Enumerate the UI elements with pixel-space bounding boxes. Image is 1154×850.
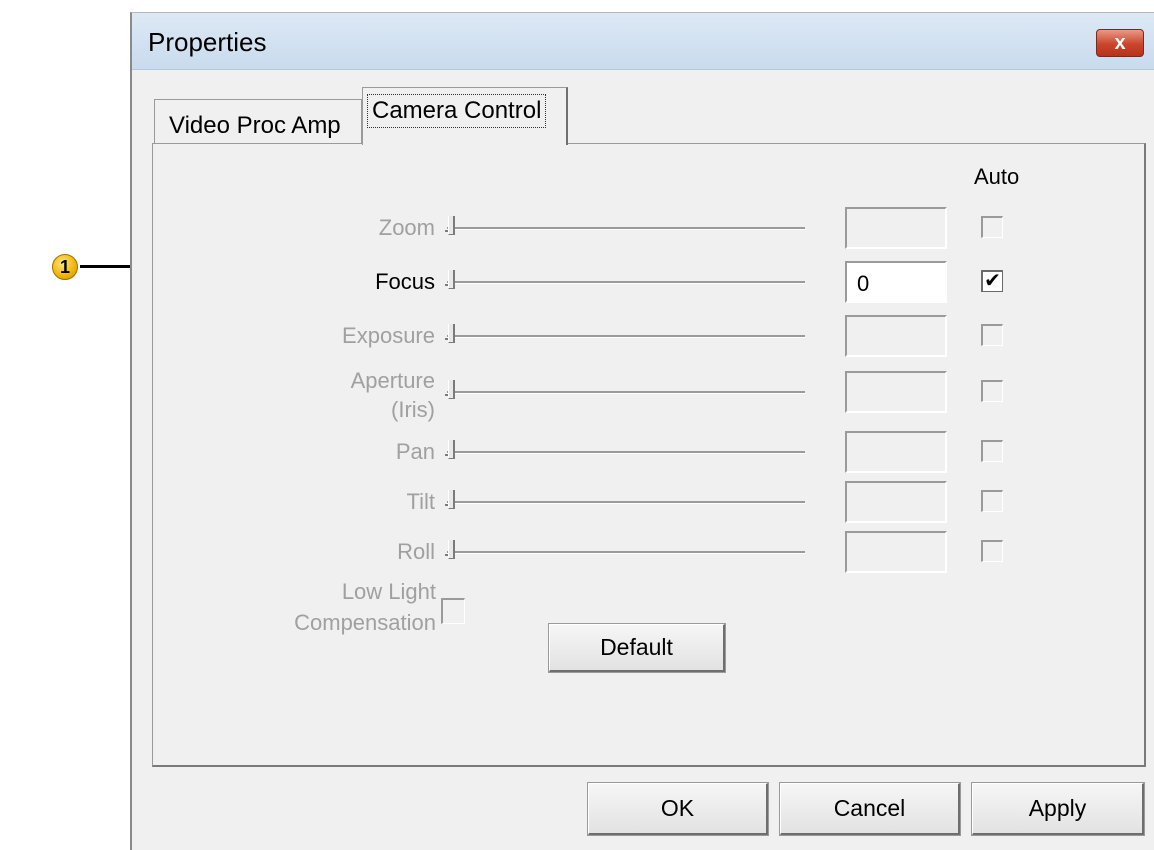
roll-value-field[interactable] <box>845 531 947 573</box>
focus-auto-checkbox[interactable]: ✔ <box>981 270 1003 292</box>
tab-camera-control[interactable]: Camera Control <box>362 87 568 145</box>
tilt-slider-track[interactable] <box>447 501 805 504</box>
control-row-roll: Roll <box>153 531 1143 574</box>
focus-label: Focus <box>375 269 435 294</box>
control-row-zoom: Zoom <box>153 207 1143 250</box>
control-row-pan: Pan <box>153 431 1143 474</box>
callout-badge: 1 <box>52 254 78 280</box>
close-icon: x <box>1114 32 1126 54</box>
exposure-slider-track[interactable] <box>447 335 805 338</box>
exposure-value-field[interactable] <box>845 315 947 357</box>
title-bar: Properties x <box>132 13 1154 70</box>
zoom-auto-checkbox[interactable] <box>981 216 1003 238</box>
aperture-value-field[interactable] <box>845 371 947 413</box>
tab-camera-control-label: Camera Control <box>367 94 547 128</box>
checkmark-icon: ✔ <box>984 270 1001 292</box>
ok-button[interactable]: OK <box>587 782 769 836</box>
default-button[interactable]: Default <box>548 623 726 673</box>
auto-column-header: Auto <box>974 164 1020 189</box>
exposure-auto-checkbox[interactable] <box>981 324 1003 346</box>
low-light-compensation-label: Low Light Compensation <box>294 576 436 638</box>
zoom-slider-track[interactable] <box>447 227 805 230</box>
low-light-label-line1: Low Light <box>341 579 436 604</box>
tilt-label: Tilt <box>406 489 435 514</box>
pan-value-field[interactable] <box>845 431 947 473</box>
roll-slider-thumb[interactable] <box>448 540 455 559</box>
control-row-aperture: Aperture (Iris) <box>153 368 1143 422</box>
cancel-button[interactable]: Cancel <box>779 782 961 836</box>
tab-video-proc-amp[interactable]: Video Proc Amp <box>154 99 362 143</box>
roll-auto-checkbox[interactable] <box>981 540 1003 562</box>
zoom-slider-thumb[interactable] <box>448 216 455 235</box>
exposure-slider-thumb[interactable] <box>448 324 455 343</box>
zoom-value-field[interactable] <box>845 207 947 249</box>
close-button[interactable]: x <box>1096 29 1144 57</box>
focus-slider-thumb[interactable] <box>448 270 455 289</box>
control-row-tilt: Tilt <box>153 481 1143 524</box>
focus-value-field[interactable]: 0 <box>845 261 947 303</box>
exposure-label: Exposure <box>342 323 435 348</box>
pan-auto-checkbox[interactable] <box>981 440 1003 462</box>
aperture-label-line2: (Iris) <box>391 397 435 422</box>
low-light-compensation-checkbox[interactable] <box>441 598 465 624</box>
focus-slider-track[interactable] <box>447 281 805 284</box>
control-row-focus: Focus 0 ✔ <box>153 261 1143 304</box>
roll-slider-track[interactable] <box>447 551 805 554</box>
aperture-label-line1: Aperture <box>350 368 435 393</box>
roll-label: Roll <box>397 539 435 564</box>
pan-label: Pan <box>395 439 435 464</box>
camera-control-panel: Auto Zoom Focus 0 ✔ Exposure Aperture (I… <box>152 143 1146 767</box>
aperture-auto-checkbox[interactable] <box>981 380 1003 402</box>
tilt-auto-checkbox[interactable] <box>981 490 1003 512</box>
low-light-label-line2: Compensation <box>294 610 436 635</box>
window-title: Properties <box>148 27 267 57</box>
properties-dialog: Properties x Video Proc Amp Camera Contr… <box>130 12 1154 850</box>
aperture-slider-thumb[interactable] <box>448 380 455 399</box>
control-row-exposure: Exposure <box>153 315 1143 358</box>
tilt-value-field[interactable] <box>845 481 947 523</box>
aperture-label: Aperture (Iris) <box>351 366 435 424</box>
pan-slider-thumb[interactable] <box>448 440 455 459</box>
pan-slider-track[interactable] <box>447 451 805 454</box>
aperture-slider-track[interactable] <box>447 391 805 394</box>
apply-button[interactable]: Apply <box>971 782 1145 836</box>
tilt-slider-thumb[interactable] <box>448 490 455 509</box>
zoom-label: Zoom <box>378 215 435 240</box>
